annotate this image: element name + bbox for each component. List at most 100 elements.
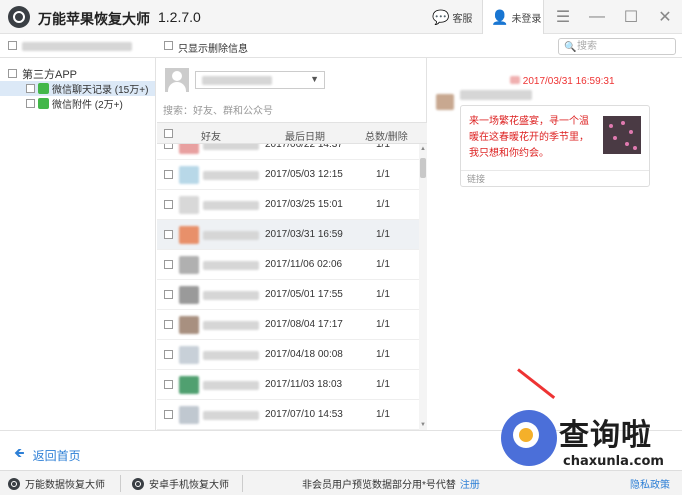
row-count: 1/1 bbox=[376, 289, 390, 300]
friend-avatar bbox=[179, 256, 199, 274]
row-count: 1/1 bbox=[376, 199, 390, 210]
tree-root-label: 第三方APP bbox=[22, 68, 78, 81]
message-time-text: 2017/03/31 16:59:31 bbox=[522, 76, 615, 87]
sender-name-redacted bbox=[460, 90, 532, 100]
footer-item1-label: 万能数据恢复大师 bbox=[25, 480, 105, 491]
footer-bar: 万能数据恢复大师 安卓手机恢复大师 非会员用户预览数据部分用*号代替 注册 隐私… bbox=[0, 470, 682, 495]
friend-avatar bbox=[179, 226, 199, 244]
scrollbar-thumb[interactable] bbox=[420, 158, 426, 178]
table-row[interactable]: 2017/03/31 16:59 1/1 bbox=[157, 220, 419, 250]
user-icon: 👤 bbox=[491, 8, 509, 25]
table-row[interactable]: 2017/07/10 14:53 1/1 bbox=[157, 400, 419, 430]
row-checkbox[interactable] bbox=[164, 350, 173, 359]
friend-avatar bbox=[179, 166, 199, 184]
back-home-button[interactable]: 🡸 返回首页 bbox=[14, 444, 81, 466]
tree-item-label: 微信附件 (2万+) bbox=[52, 100, 123, 111]
deleted-only-label: 只显示删除信息 bbox=[178, 44, 248, 55]
friend-name-redacted bbox=[203, 321, 259, 330]
menu-button[interactable]: ☰ bbox=[546, 0, 580, 34]
login-button[interactable]: 👤 未登录 bbox=[482, 0, 544, 34]
table-row[interactable]: 2017/08/04 17:17 1/1 bbox=[157, 310, 419, 340]
chat-preview-panel: 2017/03/31 16:59:31 来一场繁花盛宴，寻一个温暖在这春暖花开的… bbox=[428, 58, 682, 430]
friend-name-redacted bbox=[203, 201, 259, 210]
row-count: 1/1 bbox=[376, 409, 390, 420]
account-name-redacted bbox=[202, 76, 272, 85]
row-last-date: 2017/11/06 02:06 bbox=[265, 259, 343, 270]
tree-root-checkbox[interactable] bbox=[8, 69, 17, 78]
tree-item-label: 微信聊天记录 (15万+) bbox=[52, 85, 149, 96]
column-count[interactable]: 总数/删除 bbox=[365, 128, 408, 143]
footer-link-data-recovery[interactable]: 万能数据恢复大师 bbox=[8, 471, 105, 495]
app-logo-icon bbox=[8, 6, 30, 28]
friend-avatar bbox=[179, 316, 199, 334]
row-last-date: 2017/05/01 17:55 bbox=[265, 289, 343, 300]
table-row[interactable]: 2017/11/06 02:06 1/1 bbox=[157, 250, 419, 280]
row-last-date: 2017/04/18 00:08 bbox=[265, 349, 343, 360]
deleted-only-checkbox[interactable] bbox=[164, 41, 173, 50]
row-last-date: 2017/03/31 16:59 bbox=[265, 229, 343, 240]
tree-item-checkbox[interactable] bbox=[26, 84, 35, 93]
table-row[interactable]: 2017/04/18 00:08 1/1 bbox=[157, 340, 419, 370]
customer-service-button[interactable]: 💬 客服 bbox=[432, 0, 472, 34]
data-recovery-icon bbox=[8, 477, 20, 490]
watermark-logo-icon bbox=[501, 410, 557, 466]
privacy-policy-link[interactable]: 隐私政策 bbox=[630, 471, 670, 495]
table-row[interactable]: 2017/11/03 18:03 1/1 bbox=[157, 370, 419, 400]
row-checkbox[interactable] bbox=[164, 410, 173, 419]
maximize-icon: ☐ bbox=[623, 9, 639, 26]
row-checkbox[interactable] bbox=[164, 320, 173, 329]
select-all-checkbox[interactable] bbox=[164, 129, 173, 138]
row-checkbox[interactable] bbox=[164, 170, 173, 179]
scroll-up-icon: ▲ bbox=[420, 146, 426, 152]
table-row[interactable]: 2017/05/03 12:15 1/1 bbox=[157, 160, 419, 190]
login-label: 未登录 bbox=[511, 13, 542, 25]
account-select[interactable]: ▼ bbox=[195, 71, 325, 89]
table-row[interactable]: 2017/03/25 15:01 1/1 bbox=[157, 190, 419, 220]
row-checkbox[interactable] bbox=[164, 144, 173, 149]
friend-list-scrollbar[interactable]: ▲ ▼ bbox=[419, 144, 427, 430]
table-row[interactable]: 2017/05/01 17:55 1/1 bbox=[157, 280, 419, 310]
top-search-input[interactable]: 🔍 搜索 bbox=[558, 38, 676, 55]
row-last-date: 2017/07/10 14:53 bbox=[265, 409, 343, 420]
filter-toolbar: 只显示删除信息 🔍 搜索 bbox=[0, 34, 682, 58]
table-row[interactable]: 2017/06/22 14:37 1/1 bbox=[157, 144, 419, 160]
maximize-button[interactable]: ☐ bbox=[614, 0, 648, 34]
tree-item-checkbox[interactable] bbox=[26, 99, 35, 108]
register-link[interactable]: 注册 bbox=[460, 476, 480, 491]
search-icon: 🔍 bbox=[564, 42, 577, 53]
chat-bubble-icon: 💬 bbox=[432, 8, 450, 25]
row-checkbox[interactable] bbox=[164, 290, 173, 299]
footer-notice-text: 非会员用户预览数据部分用*号代替 bbox=[302, 480, 456, 491]
footer-divider bbox=[120, 475, 121, 492]
friend-name-redacted bbox=[203, 144, 259, 150]
row-count: 1/1 bbox=[376, 379, 390, 390]
select-device-checkbox[interactable] bbox=[8, 41, 17, 50]
message-thumbnail bbox=[603, 116, 641, 154]
tree-item-wechat-attachments[interactable]: 微信附件 (2万+) bbox=[26, 96, 123, 111]
friend-avatar bbox=[179, 376, 199, 394]
tree-item-wechat-chat[interactable]: 微信聊天记录 (15万+) bbox=[0, 81, 155, 96]
row-checkbox[interactable] bbox=[164, 200, 173, 209]
row-checkbox[interactable] bbox=[164, 230, 173, 239]
row-checkbox[interactable] bbox=[164, 380, 173, 389]
column-friend[interactable]: 好友 bbox=[201, 128, 221, 143]
app-title: 万能苹果恢复大师 bbox=[38, 11, 150, 27]
row-count: 1/1 bbox=[376, 169, 390, 180]
footer-item2-label: 安卓手机恢复大师 bbox=[149, 480, 229, 491]
close-button[interactable]: ✕ bbox=[648, 0, 682, 34]
menu-icon: ☰ bbox=[555, 9, 571, 26]
footer-link-android-recovery[interactable]: 安卓手机恢复大师 bbox=[132, 471, 229, 495]
row-last-date: 2017/05/03 12:15 bbox=[265, 169, 343, 180]
column-last-date[interactable]: 最后日期 bbox=[285, 128, 325, 143]
top-search-placeholder: 搜索 bbox=[577, 41, 597, 52]
message-timestamp: 2017/03/31 16:59:31 bbox=[510, 76, 615, 87]
row-checkbox[interactable] bbox=[164, 260, 173, 269]
row-last-date: 2017/03/25 15:01 bbox=[265, 199, 343, 210]
friend-name-redacted bbox=[203, 351, 259, 360]
message-bubble[interactable]: 来一场繁花盛宴，寻一个温暖在这春暖花开的季节里，我只想和你约会。 链接 bbox=[460, 105, 650, 187]
minimize-button[interactable]: — bbox=[580, 0, 614, 34]
tree-root-third-party[interactable]: 第三方APP bbox=[8, 66, 77, 81]
friend-search-input[interactable]: 搜索：好友、群和公众号 bbox=[163, 102, 273, 117]
friend-name-redacted bbox=[203, 291, 259, 300]
row-count: 1/1 bbox=[376, 259, 390, 270]
